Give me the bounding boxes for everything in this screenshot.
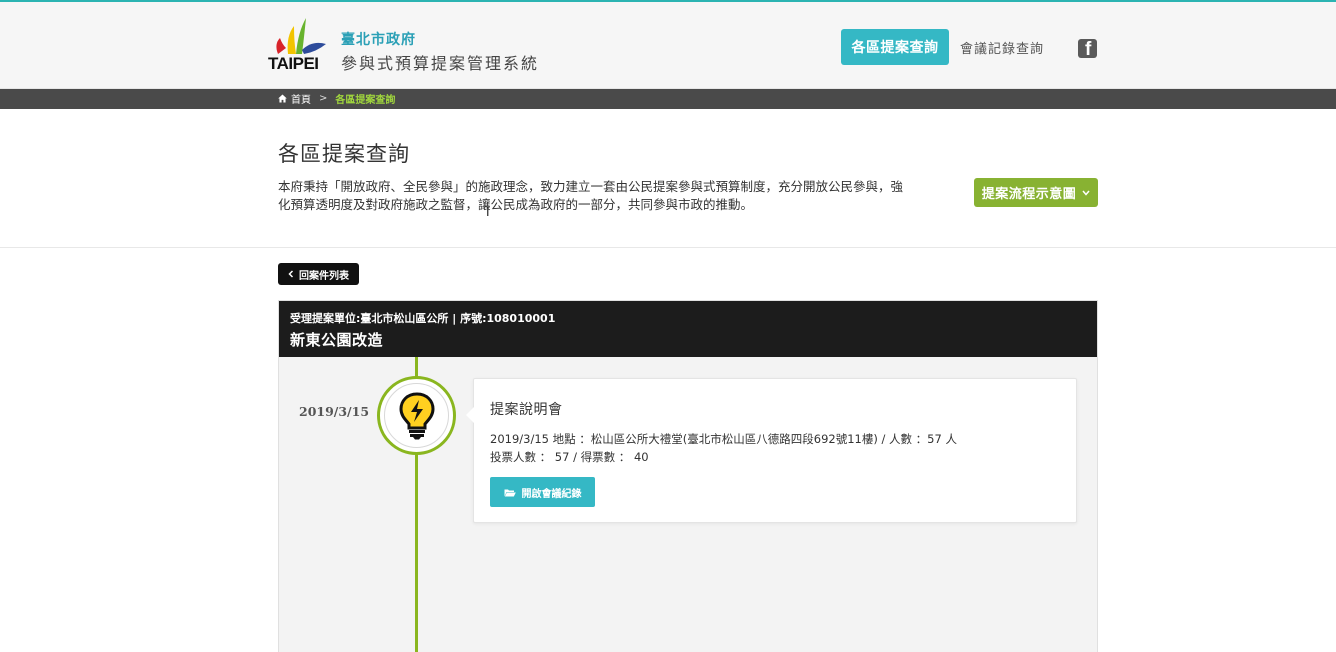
breadcrumb: 首頁 > 各區提案查詢 — [0, 89, 1336, 109]
proposal-flow-button[interactable]: 提案流程示意圖 — [974, 178, 1098, 207]
open-record-button[interactable]: 開啟會議紀錄 — [490, 477, 595, 507]
brand-title: 臺北市政府 — [341, 32, 416, 48]
back-to-list-label: 回案件列表 — [299, 270, 349, 282]
chevron-left-icon — [288, 270, 294, 278]
chevron-down-icon — [1082, 190, 1090, 196]
case-header: 受理提案單位:臺北市松山區公所 | 序號:108010001 新東公園改造 — [279, 301, 1097, 357]
brand-subtitle: 參與式預算提案管理系統 — [341, 54, 540, 73]
timeline-card: 提案說明會 2019/3/15 地點 ：松山區公所大禮堂(臺北市松山區八德路四段… — [466, 378, 1077, 523]
timeline-node — [377, 376, 456, 455]
breadcrumb-separator: > — [319, 93, 328, 104]
home-icon — [278, 94, 287, 103]
stage-detail-votes: 投票人數 ： 57 / 得票數 ： 40 — [490, 450, 649, 464]
case-panel: 受理提案單位:臺北市松山區公所 | 序號:108010001 新東公園改造 20… — [278, 300, 1098, 652]
stage-detail-location: 2019/3/15 地點 ：松山區公所大禮堂(臺北市松山區八德路四段692號11… — [490, 432, 957, 446]
intro-description: 本府秉持「開放政府、全民參與」的施政理念，致力建立一套由公民提案參與式預算制度，… — [278, 178, 938, 214]
open-record-label: 開啟會議紀錄 — [521, 488, 582, 500]
case-title: 新東公園改造 — [290, 331, 384, 349]
logo-wordmark: TAIPEI — [268, 54, 319, 73]
intro-line-1: 本府秉持「開放政府、全民參與」的施政理念，致力建立一套由公民提案參與式預算制度，… — [278, 179, 904, 194]
page-title: 各區提案查詢 — [278, 142, 410, 166]
site-header: TAIPEI 臺北市政府 參與式預算提案管理系統 各區提案查詢 會議記錄查詢 f — [0, 2, 1336, 89]
text-cursor-icon: I — [486, 205, 490, 219]
facebook-icon[interactable]: f — [1078, 39, 1097, 58]
proposal-flow-label: 提案流程示意圖 — [981, 187, 1077, 202]
stage-title: 提案說明會 — [490, 402, 563, 418]
breadcrumb-current: 各區提案查詢 — [335, 95, 396, 106]
lightbulb-icon — [398, 391, 435, 439]
nav-district-proposals[interactable]: 各區提案查詢 — [841, 29, 949, 65]
section-divider — [0, 247, 1336, 248]
case-meta: 受理提案單位:臺北市松山區公所 | 序號:108010001 — [290, 312, 556, 325]
folder-open-icon — [504, 489, 516, 496]
back-to-list-button[interactable]: 回案件列表 — [278, 263, 359, 285]
timeline-date: 2019/3/15 — [299, 404, 370, 419]
breadcrumb-home[interactable]: 首頁 — [291, 91, 311, 106]
nav-meeting-records[interactable]: 會議記錄查詢 — [960, 38, 1044, 57]
intro-line-2: 化預算透明度及對政府施政之監督，讓公民成為政府的一部分，共同參與市政的推動。 — [278, 197, 754, 212]
